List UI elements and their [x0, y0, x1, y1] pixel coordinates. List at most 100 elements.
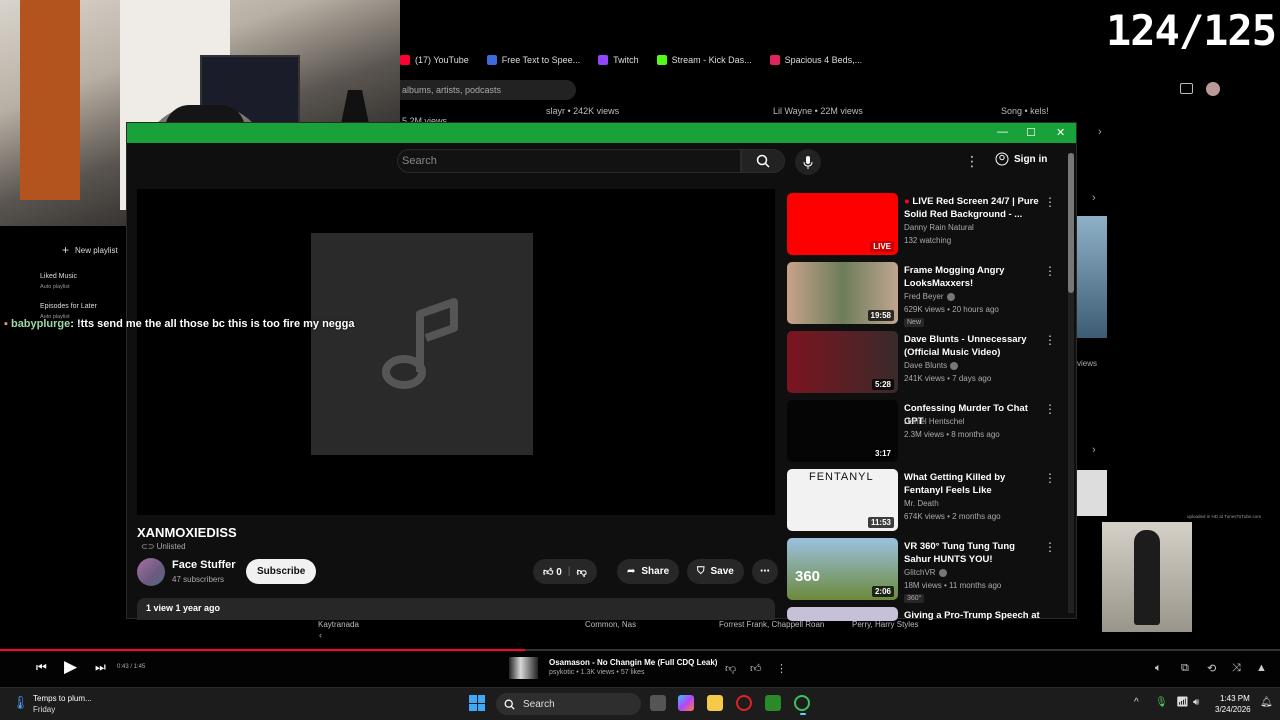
rec-menu-icon[interactable]: ⋮	[1044, 402, 1056, 416]
like-icon[interactable]: 👍︎	[750, 662, 762, 675]
search-button[interactable]	[741, 149, 785, 173]
clock-date[interactable]: 3/24/2026	[1215, 705, 1251, 714]
rec-item[interactable]: Giving a Pro-Trump Speech at a ...	[787, 607, 1072, 627]
rec-menu-icon[interactable]: ⋮	[1044, 471, 1056, 485]
scrollbar-thumb[interactable]	[1068, 153, 1074, 293]
new-playlist-button[interactable]: + New playlist	[62, 243, 118, 257]
notification-bell-icon[interactable]: 🔔︎	[1260, 697, 1273, 708]
search-input[interactable]: Search	[397, 149, 741, 173]
artist-label[interactable]: Perry, Harry Styles	[852, 620, 919, 629]
track-title[interactable]: Osamason - No Changin Me (Full CDQ Leak)	[549, 658, 717, 667]
like-button[interactable]: 👍︎ 0	[543, 566, 562, 578]
minimize-icon[interactable]: —	[997, 126, 1008, 138]
rec-thumbnail[interactable]	[787, 607, 898, 621]
duration-badge: 19:58	[867, 310, 894, 321]
bookmark-airbnb[interactable]: Spacious 4 Beds,...	[769, 55, 862, 65]
side-video-preview[interactable]	[1102, 522, 1192, 632]
rec-thumbnail[interactable]: 3:17	[787, 400, 898, 462]
audio-artwork	[311, 233, 533, 455]
rec-meta: 674K views • 2 months ago	[904, 512, 1001, 521]
opera-icon[interactable]	[736, 695, 752, 711]
rec-thumbnail[interactable]: FENTANYL 11:53	[787, 469, 898, 531]
dislike-icon[interactable]: 👎︎	[725, 662, 736, 675]
share-button[interactable]: ➦ Share	[617, 559, 680, 584]
file-explorer-icon[interactable]	[707, 695, 723, 711]
artist-label[interactable]: Forrest Frank, Chappell Roan	[719, 620, 824, 629]
bookmark-tts[interactable]: Free Text to Spee...	[486, 55, 580, 65]
side-thumbnail[interactable]	[1077, 470, 1107, 516]
rec-menu-icon[interactable]: ⋮	[1044, 540, 1056, 554]
chevron-right-icon[interactable]: ›	[1092, 444, 1096, 456]
repeat-icon[interactable]: ⟲	[1207, 662, 1216, 675]
rec-channel: Mr. Death	[904, 499, 939, 508]
clock-time[interactable]: 1:43 PM	[1220, 694, 1250, 703]
artist-label[interactable]: Kaytranada	[318, 620, 359, 629]
next-icon[interactable]: ⏭︎	[95, 660, 106, 675]
rec-menu-icon[interactable]: ⋮	[1044, 195, 1056, 209]
side-thumbnail[interactable]	[1077, 216, 1107, 338]
chevron-right-icon[interactable]: ›	[1098, 126, 1102, 138]
rec-item[interactable]: 3:17 Confessing Murder To Chat GPT Danie…	[787, 400, 1072, 469]
account-avatar[interactable]	[1206, 82, 1220, 96]
shuffle-icon[interactable]: ⤨	[1232, 662, 1241, 675]
volume-tray-icon[interactable]: 🔊︎	[1193, 697, 1199, 708]
thermometer-icon[interactable]: 🌡︎	[12, 695, 29, 711]
cast-icon[interactable]	[1180, 83, 1193, 94]
track-thumbnail[interactable]	[509, 657, 538, 679]
bookmark-kick[interactable]: Stream - Kick Das...	[656, 55, 752, 65]
rec-item[interactable]: FENTANYL 11:53 What Getting Killed by Fen…	[787, 469, 1072, 538]
browser-icon[interactable]	[794, 695, 810, 711]
taskbar-search[interactable]: Search	[496, 693, 641, 715]
bookmark-youtube[interactable]: (17) YouTube	[400, 55, 469, 65]
volume-icon[interactable]: 🔈︎	[1155, 662, 1162, 675]
maximize-icon[interactable]: ☐	[1026, 126, 1036, 139]
wifi-icon[interactable]: 📶︎	[1176, 697, 1189, 708]
rec-item[interactable]: 360 2:06 VR 360° Tung Tung Tung Sahur HUN…	[787, 538, 1072, 607]
previous-icon[interactable]: ⏮︎	[36, 660, 47, 675]
chevron-right-icon[interactable]: ›	[1092, 192, 1096, 204]
bookmark-icon: ⛉	[697, 566, 705, 577]
rec-thumbnail[interactable]: 19:58	[787, 262, 898, 324]
settings-menu-icon[interactable]: ⋮	[965, 153, 979, 170]
miniplayer-icon[interactable]: ⧉	[1181, 662, 1189, 675]
rec-thumbnail[interactable]: 5:28	[787, 331, 898, 393]
music-search-input[interactable]: albums, artists, podcasts	[400, 80, 576, 100]
rec-thumbnail[interactable]: 360 2:06	[787, 538, 898, 600]
expand-icon[interactable]: ▲	[1256, 662, 1267, 674]
rec-menu-icon[interactable]: ⋮	[1044, 333, 1056, 347]
unlisted-label: Unlisted	[156, 542, 186, 551]
voice-search-button[interactable]	[795, 149, 821, 175]
rec-item[interactable]: LIVE ● LIVE Red Screen 24/7 | Pure Solid…	[787, 193, 1072, 262]
close-icon[interactable]: ✕	[1056, 126, 1065, 139]
rec-item[interactable]: 19:58 Frame Mogging Angry LooksMaxxers! …	[787, 262, 1072, 331]
store-icon[interactable]	[765, 695, 781, 711]
library-item-title[interactable]: Liked Music	[40, 273, 77, 280]
play-icon[interactable]: ▶	[64, 657, 77, 677]
weather-title[interactable]: Temps to plum...	[33, 694, 92, 703]
description-box[interactable]: 1 view 1 year ago	[137, 598, 775, 620]
channel-name[interactable]: Face Stuffer	[172, 559, 236, 571]
video-title: XANMOXIEDISS	[137, 525, 237, 540]
library-item-title[interactable]: Episodes for Later	[40, 303, 97, 310]
more-icon[interactable]: ⋮	[776, 662, 787, 675]
chevron-left-icon[interactable]: ‹	[319, 630, 322, 640]
more-actions-button[interactable]: ⋯	[752, 559, 778, 584]
rec-item[interactable]: 5:28 Dave Blunts - Unnecessary (Official…	[787, 331, 1072, 400]
channel-avatar[interactable]	[137, 558, 165, 586]
rec-menu-icon[interactable]: ⋮	[1044, 264, 1056, 278]
sign-in-button[interactable]: Sign in	[995, 152, 1047, 166]
subscribe-button[interactable]: Subscribe	[246, 559, 317, 584]
copilot-icon[interactable]	[678, 695, 694, 711]
video-player[interactable]	[137, 189, 775, 515]
rec-title: ● LIVE Red Screen 24/7 | Pure Solid Red …	[904, 195, 1044, 221]
dislike-button[interactable]: 👎︎	[577, 566, 587, 578]
windows-start-icon[interactable]	[469, 695, 485, 711]
tray-overflow-icon[interactable]: ^	[1134, 697, 1139, 708]
artist-label[interactable]: Common, Nas	[585, 620, 636, 629]
mic-tray-icon[interactable]: 🎙︎	[1155, 697, 1168, 708]
save-button[interactable]: ⛉ Save	[687, 559, 744, 584]
bookmark-twitch[interactable]: Twitch	[598, 55, 639, 65]
task-view-icon[interactable]	[650, 695, 666, 711]
start-tile	[469, 695, 477, 703]
rec-thumbnail[interactable]: LIVE	[787, 193, 898, 255]
